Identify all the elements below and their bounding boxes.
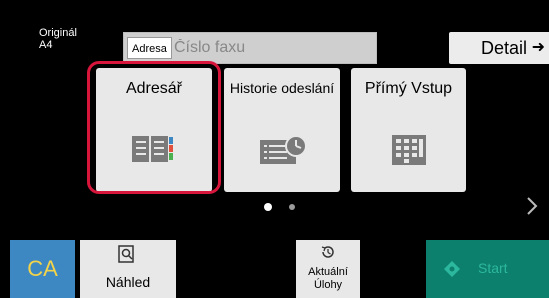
tile-label: Přímý Vstup	[364, 80, 453, 97]
tile-direct-entry[interactable]: Přímý Vstup	[351, 68, 466, 192]
tile-address-book[interactable]: Adresář	[96, 68, 212, 192]
start-diamond-icon	[444, 261, 460, 277]
page-indicator	[264, 203, 304, 213]
original-info[interactable]: Originál A4	[39, 27, 77, 51]
tile-label: Historie odeslání	[229, 80, 335, 96]
preview-button[interactable]: Náhled	[80, 240, 176, 298]
fax-number-input[interactable]	[174, 36, 369, 60]
bottom-bar: CA Náhled Aktuální Úlohy Start	[0, 240, 549, 298]
fax-home-screen: Originál A4 Adresa Detail ➜ Adresář	[0, 0, 549, 298]
job-status-button[interactable]: Aktuální Úlohy	[296, 240, 360, 298]
start-button[interactable]: Start	[426, 240, 549, 298]
detail-label: Detail	[481, 38, 528, 58]
tile-send-history[interactable]: Historie odeslání	[224, 68, 340, 192]
job-status-line1: Aktuální	[308, 266, 348, 278]
history-clock-icon	[321, 246, 334, 258]
job-status-line2: Úlohy	[313, 279, 343, 291]
address-book-icon	[132, 136, 173, 162]
address-tag[interactable]: Adresa	[127, 37, 172, 59]
chevron-right-icon[interactable]	[523, 194, 541, 218]
preview-icon	[118, 245, 134, 263]
keypad-icon	[391, 135, 426, 165]
paper-size: A4	[39, 39, 53, 51]
preview-label: Náhled	[105, 274, 151, 290]
top-bar: Originál A4 Adresa Detail ➜	[0, 12, 549, 64]
send-history-icon	[260, 135, 307, 164]
clear-all-button[interactable]: CA	[10, 240, 75, 298]
start-label: Start	[478, 260, 508, 276]
page-dot[interactable]	[289, 204, 295, 210]
job-status-label: Aktuální Úlohy	[296, 266, 360, 292]
original-label: Originál	[39, 27, 77, 39]
tile-label: Adresář	[125, 80, 183, 97]
page-dot-active[interactable]	[264, 203, 272, 211]
